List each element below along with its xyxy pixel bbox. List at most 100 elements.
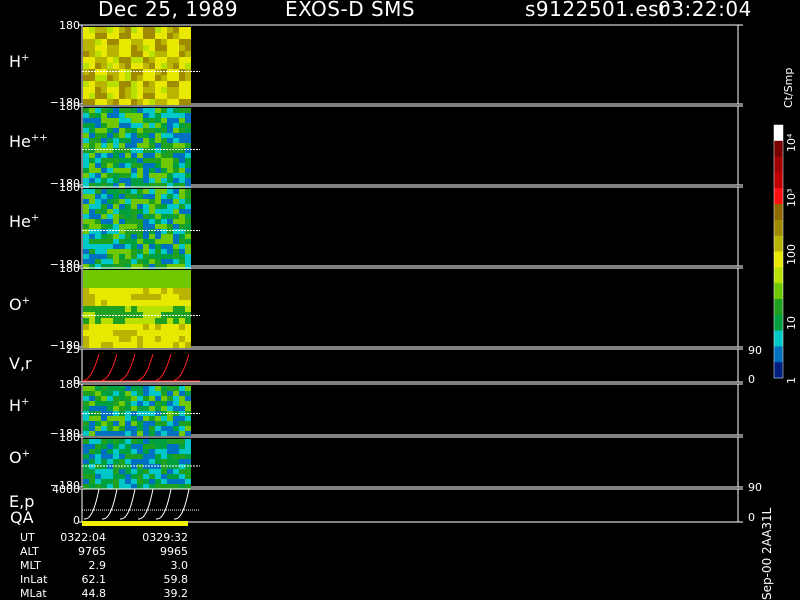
heatmap-cell: [179, 300, 185, 306]
heatmap-cell: [161, 454, 167, 459]
heatmap-cell: [155, 391, 161, 396]
heatmap-cell: [95, 27, 101, 33]
heatmap-cell: [143, 444, 149, 449]
energy-series: [173, 488, 190, 520]
heatmap-cell: [179, 158, 185, 163]
heatmap-cell: [95, 57, 101, 63]
heatmap-cell: [137, 178, 143, 183]
heatmap-cell: [185, 449, 191, 454]
heatmap-cell: [101, 219, 107, 224]
heatmap-cell: [101, 439, 107, 444]
heatmap-cell: [173, 239, 179, 244]
heatmap-cell: [83, 204, 89, 209]
heatmap-cell: [167, 33, 173, 39]
heatmap-cell: [119, 401, 125, 406]
heatmap-cell: [95, 87, 101, 93]
heatmap-cell: [113, 57, 119, 63]
heatmap-cell: [83, 158, 89, 163]
heatmap-cell: [137, 254, 143, 259]
heatmap-cell: [89, 148, 95, 153]
heatmap-cell: [131, 214, 137, 219]
heatmap-cell: [137, 219, 143, 224]
heatmap-cell: [131, 444, 137, 449]
heatmap-cell: [107, 416, 113, 421]
heatmap-cell: [125, 75, 131, 81]
heatmap-cell: [119, 431, 125, 436]
heatmap-cell: [119, 426, 125, 431]
heatmap-cell: [113, 454, 119, 459]
heatmap-cell: [101, 158, 107, 163]
heatmap-cell: [167, 204, 173, 209]
heatmap-cell: [83, 51, 89, 57]
heatmap-cell: [89, 27, 95, 33]
heatmap-cell: [161, 87, 167, 93]
heatmap-cell: [101, 123, 107, 128]
heatmap-cell: [107, 324, 113, 330]
heatmap-cell: [125, 224, 131, 229]
heatmap-cell: [107, 294, 113, 300]
heatmap-cell: [113, 282, 119, 288]
heatmap-cell: [149, 128, 155, 133]
heatmap-cell: [131, 93, 137, 99]
heatmap-cell: [137, 209, 143, 214]
heatmap-cell: [83, 209, 89, 214]
heatmap-cell: [173, 194, 179, 199]
heatmap-cell: [179, 133, 185, 138]
heatmap-cell: [119, 391, 125, 396]
heatmap-cell: [149, 209, 155, 214]
heatmap-cell: [185, 39, 191, 45]
heatmap-cell: [95, 459, 101, 464]
heatmap-cell: [155, 282, 161, 288]
y-tick-max: 180: [59, 378, 80, 391]
heatmap-cell: [143, 51, 149, 57]
heatmap-cell: [83, 386, 89, 391]
heatmap-cell: [143, 324, 149, 330]
heatmap-cell: [107, 153, 113, 158]
heatmap-cell: [143, 259, 149, 264]
heatmap-cell: [161, 276, 167, 282]
heatmap-cell: [185, 163, 191, 168]
heatmap-cell: [143, 234, 149, 239]
heatmap-cell: [155, 479, 161, 484]
heatmap-cell: [149, 454, 155, 459]
heatmap-cell: [113, 209, 119, 214]
heatmap-cell: [143, 39, 149, 45]
heatmap-cell: [161, 45, 167, 51]
heatmap-cell: [125, 444, 131, 449]
heatmap-cell: [89, 306, 95, 312]
heatmap-cell: [113, 123, 119, 128]
heatmap-cell: [119, 158, 125, 163]
heatmap-cell: [101, 318, 107, 324]
heatmap-cell: [113, 194, 119, 199]
heatmap-cell: [113, 306, 119, 312]
heatmap-cell: [173, 294, 179, 300]
heatmap-cell: [95, 158, 101, 163]
heatmap-cell: [125, 204, 131, 209]
heatmap-cell: [179, 194, 185, 199]
heatmap-cell: [113, 163, 119, 168]
heatmap-cell: [131, 199, 137, 204]
y-tick-max: 180: [59, 19, 80, 32]
heatmap-cell: [155, 189, 161, 194]
heatmap-cell: [95, 168, 101, 173]
heatmap-cell: [125, 128, 131, 133]
heatmap-cell: [149, 234, 155, 239]
heatmap-cell: [131, 178, 137, 183]
heatmap-cell: [143, 270, 149, 276]
heatmap-cell: [125, 318, 131, 324]
heatmap-cell: [149, 386, 155, 391]
heatmap-cell: [125, 194, 131, 199]
heatmap-cell: [95, 113, 101, 118]
heatmap-cell: [131, 204, 137, 209]
heatmap-cell: [161, 324, 167, 330]
heatmap-cell: [89, 75, 95, 81]
heatmap-cell: [89, 386, 95, 391]
heatmap-cell: [143, 288, 149, 294]
heatmap-cell: [173, 439, 179, 444]
panel-label: O+: [9, 448, 30, 467]
heatmap-cell: [83, 391, 89, 396]
panel-label: V,r: [9, 354, 32, 373]
heatmap-cell: [161, 113, 167, 118]
heatmap-cell: [119, 336, 125, 342]
heatmap-cell: [143, 406, 149, 411]
